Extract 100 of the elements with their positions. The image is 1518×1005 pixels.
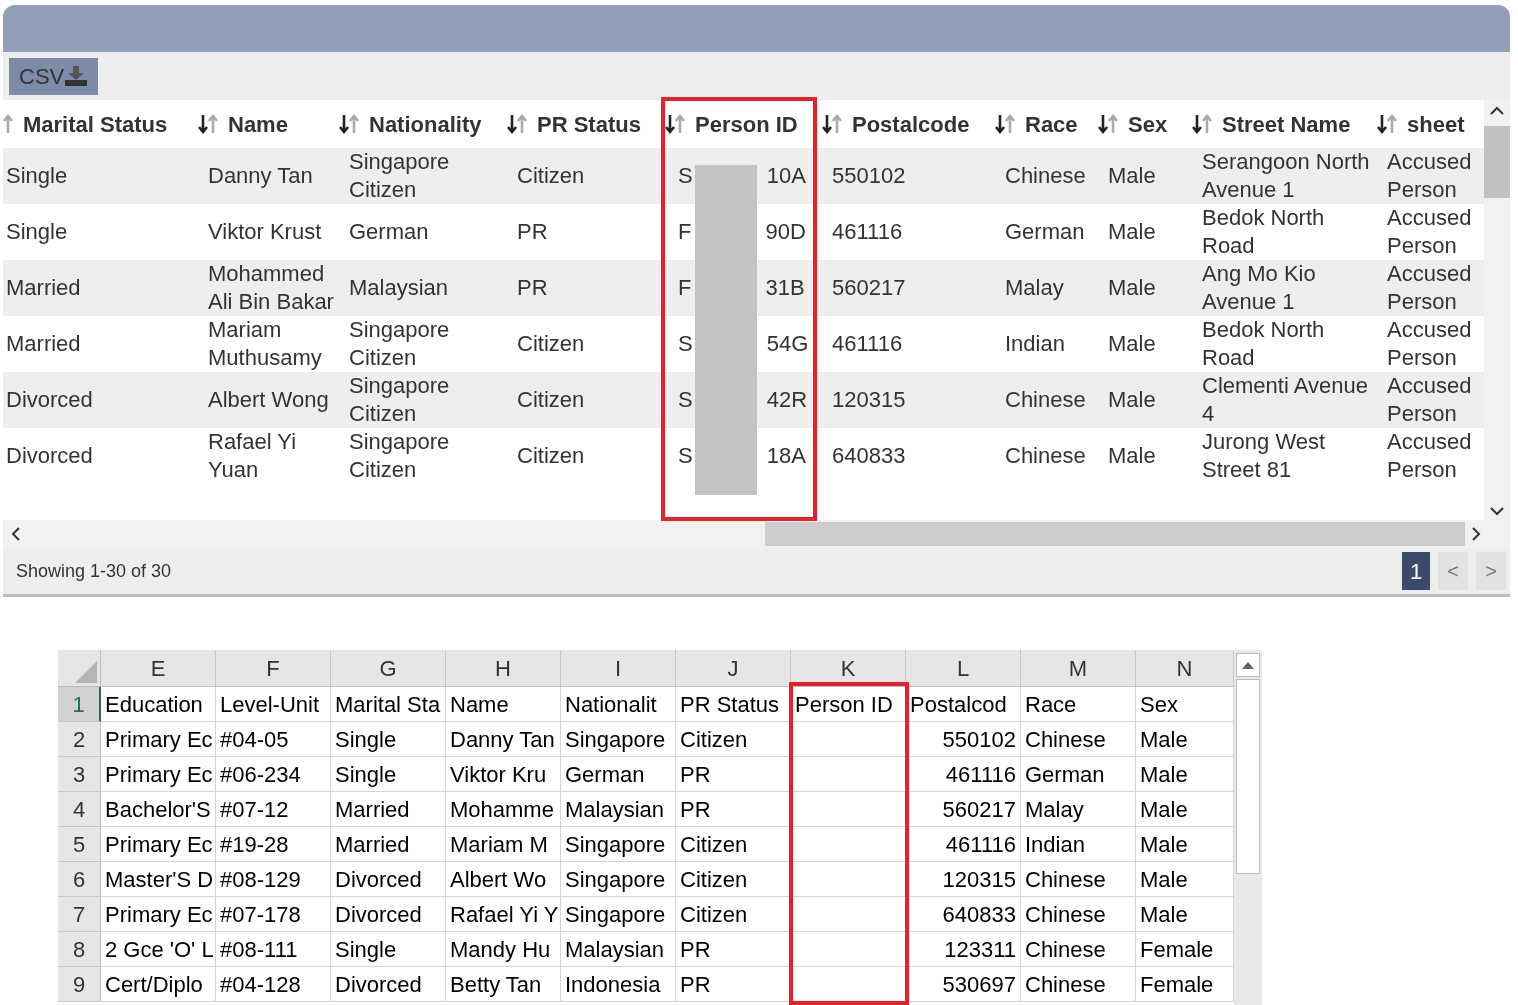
column-header[interactable]: Name (228, 107, 288, 141)
column-letter[interactable]: K (791, 650, 906, 686)
row-number[interactable]: 4 (58, 792, 101, 827)
chevron-down-icon[interactable] (1490, 506, 1504, 516)
table-cell: Male (1108, 442, 1156, 470)
sheet-cell-text: 530697 (942, 970, 1016, 999)
sort-icon[interactable] (1377, 113, 1397, 135)
sheet-cell-text: PR (680, 760, 711, 789)
table-cell: Citizen (517, 442, 585, 470)
sheet-cell-text: Primary Ec (105, 760, 213, 789)
table-cell-text: Jurong West Street 81 (1202, 428, 1327, 484)
sheet-cell-text: Master'S D (105, 865, 214, 894)
sort-icon[interactable] (1098, 113, 1118, 135)
triangle-up-icon[interactable] (1242, 661, 1254, 669)
person-id-start: S (677, 386, 693, 414)
scrollbar-thumb[interactable] (1236, 679, 1260, 874)
sheet-cell-text: Chinese (1025, 935, 1106, 964)
sort-icon[interactable] (198, 113, 218, 135)
row-number[interactable]: 8 (58, 932, 101, 967)
vertical-scrollbar[interactable] (1234, 650, 1262, 1005)
sheet-cell-text: Male (1140, 830, 1188, 859)
column-letter[interactable]: G (331, 650, 446, 686)
table-cell-text: Ang Mo Kio Avenue 1 (1202, 260, 1317, 316)
table-cell: Single (6, 162, 68, 190)
person-id-start: F (677, 274, 692, 302)
sort-icon[interactable] (507, 113, 527, 135)
sheet-cell-text: Bachelor'S (105, 795, 211, 824)
column-header[interactable]: Street Name (1222, 107, 1351, 141)
sheet-cell-text: Albert Wo (450, 865, 547, 894)
column-header[interactable]: Race (1025, 107, 1078, 141)
sort-icon[interactable] (339, 113, 359, 135)
column-header[interactable]: Nationality (369, 107, 482, 141)
sheet-cell-text: Married (335, 830, 410, 859)
sheet-cell-text: #19-28 (220, 830, 289, 859)
row-number[interactable]: 3 (58, 757, 101, 792)
sheet-cell-text: 550102 (942, 725, 1016, 754)
csv-export-button[interactable]: CSV (9, 57, 99, 95)
person-id-start: S (677, 162, 693, 190)
chevron-right-icon[interactable] (1471, 527, 1481, 541)
column-letter[interactable]: L (906, 650, 1021, 686)
sheet-cell-text: Singapore (565, 900, 666, 929)
sheet-cell-text: Mandy Hu (450, 935, 551, 964)
row-number[interactable]: 6 (58, 862, 101, 897)
sheet-cell-text: Female (1140, 935, 1214, 964)
table-cell: German (1005, 218, 1085, 246)
person-id-end: 42R (766, 386, 808, 414)
column-header[interactable]: Postalcode (852, 107, 970, 141)
sheet-cell-text: 120315 (942, 865, 1016, 894)
table-cell: Married (6, 330, 81, 358)
person-id-start: S (677, 330, 693, 358)
column-letter[interactable]: H (446, 650, 561, 686)
sheet-cell-text: Chinese (1025, 970, 1106, 999)
sort-icon[interactable] (665, 113, 685, 135)
column-header[interactable]: sheet (1407, 107, 1465, 141)
sort-icon[interactable] (822, 113, 842, 135)
column-header[interactable]: Sex (1128, 107, 1168, 141)
column-letter[interactable]: M (1021, 650, 1136, 686)
row-number[interactable]: 7 (58, 897, 101, 932)
scrollbar-thumb[interactable] (765, 522, 1465, 546)
sheet-cell-text: Indonesia (565, 970, 661, 999)
sheet-cell-text: Single (335, 725, 397, 754)
sort-icon[interactable] (1192, 113, 1212, 135)
table-cell-text: Bedok North Road (1202, 316, 1326, 372)
sheet-cell-text: Nationalit (565, 690, 657, 719)
table-cell: Viktor Krust (208, 218, 322, 246)
page-button[interactable]: 1 (1402, 552, 1430, 590)
column-letter[interactable]: E (101, 650, 216, 686)
table-cell: Male (1108, 330, 1156, 358)
person-id-end: 31B (765, 274, 805, 302)
person-id-end: 90D (765, 218, 806, 246)
column-header[interactable]: Person ID (695, 107, 798, 141)
chevron-up-icon[interactable] (1490, 106, 1504, 116)
scrollbar-thumb[interactable] (1484, 126, 1510, 198)
sheet-cell-text: Male (1140, 760, 1188, 789)
table-cell: Male (1108, 162, 1156, 190)
sheet-cell-text: #04-05 (220, 725, 289, 754)
row-number[interactable]: 2 (58, 722, 101, 757)
column-header[interactable]: PR Status (537, 107, 641, 141)
sheet-cell-text: PR (680, 935, 711, 964)
row-number[interactable]: 9 (58, 967, 101, 1002)
sort-icon[interactable] (995, 113, 1015, 135)
column-letter[interactable]: J (676, 650, 791, 686)
table-cell: German (349, 218, 429, 246)
column-header[interactable]: Marital Status (23, 107, 168, 141)
table-cell: Married (6, 274, 81, 302)
triangle-icon (75, 661, 97, 683)
chevron-left-icon[interactable] (11, 527, 21, 541)
table-cell: Malay (1005, 274, 1064, 302)
table-cell: Divorced (6, 386, 93, 414)
row-number[interactable]: 5 (58, 827, 101, 862)
column-letter[interactable]: F (216, 650, 331, 686)
sheet-cell-text: Primary Ec (105, 830, 213, 859)
column-letter[interactable]: I (561, 650, 676, 686)
sheet-cell-text: Level-Unit (220, 690, 320, 719)
table-cell: Chinese (1005, 386, 1086, 414)
sheet-cell-text: Malaysian (565, 795, 665, 824)
row-number[interactable]: 1 (58, 687, 101, 722)
sheet-cell-text: Chinese (1025, 865, 1106, 894)
table-cell-text: Mariam Muthusamy (208, 316, 323, 372)
sheet-cell-text: Education (105, 690, 203, 719)
